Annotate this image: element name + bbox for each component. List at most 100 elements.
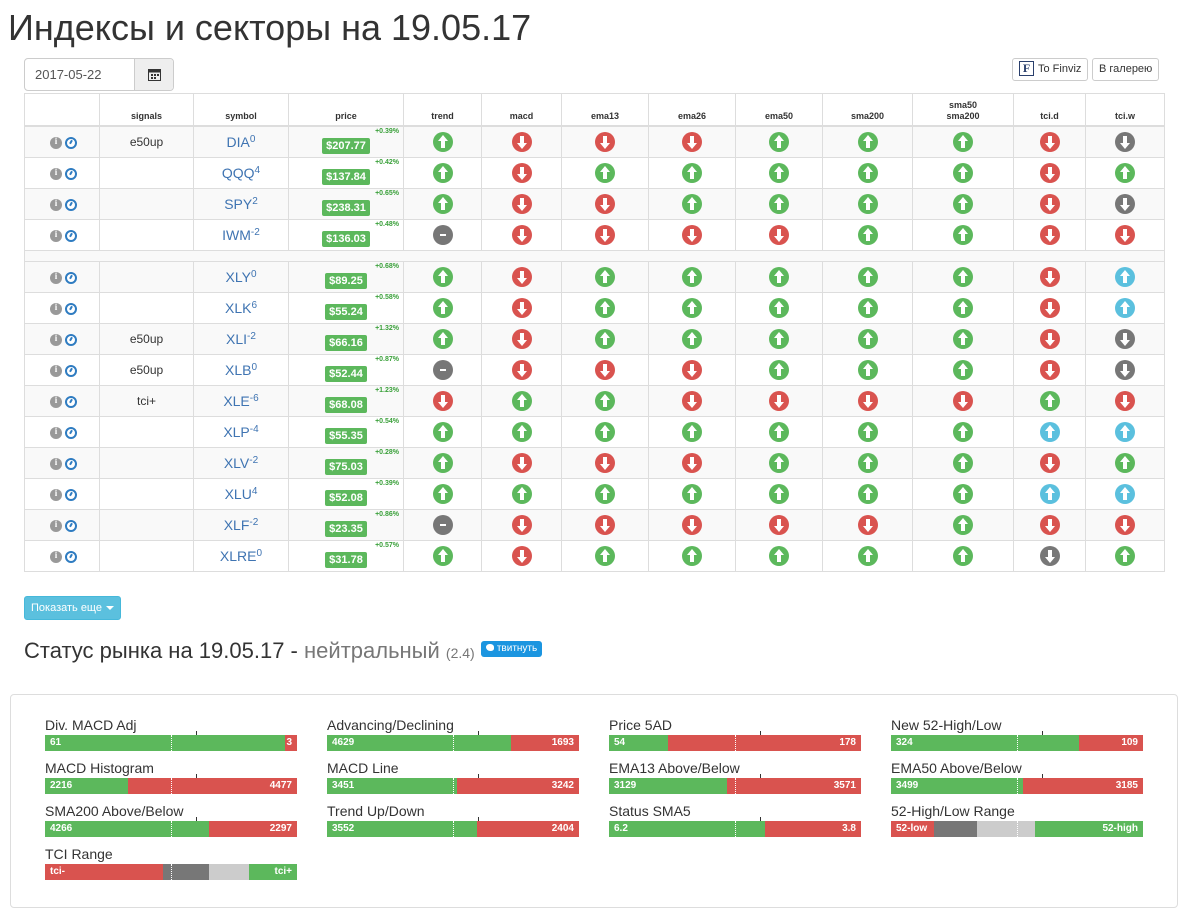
arrow-up-icon (1115, 453, 1135, 473)
arrow-up-icon (1115, 484, 1135, 504)
symbol-link[interactable]: XLP (223, 424, 249, 440)
gallery-button[interactable]: В галерею (1092, 58, 1160, 81)
indicator-cell-sma200 (822, 219, 913, 251)
info-icon[interactable] (50, 167, 62, 180)
market-status-label: Статус рынка на 19.05.17 - (24, 638, 298, 663)
symbol-link[interactable]: XLV (224, 455, 249, 471)
symbol-link[interactable]: XLF (224, 517, 250, 533)
arrow-up-icon (432, 546, 453, 566)
symbol-link[interactable]: SPY (224, 196, 252, 212)
symbol-link[interactable]: IWM (222, 227, 251, 243)
gauge-icon[interactable] (65, 136, 77, 149)
indicator-cell-ema50 (735, 509, 823, 541)
arrow-up-icon (511, 391, 532, 411)
info-icon[interactable] (50, 136, 62, 149)
symbol-link[interactable]: QQQ (222, 165, 255, 181)
arrow-down-icon (595, 515, 615, 535)
symbol-link[interactable]: XLU (225, 486, 252, 502)
arrow-up-icon (857, 422, 878, 442)
info-icon[interactable] (50, 271, 62, 284)
bar-positive (327, 735, 512, 751)
indicator-cell-ema26 (648, 292, 736, 324)
symbol-link[interactable]: DIA (227, 134, 250, 150)
show-more-button[interactable]: Показать еще (24, 596, 121, 620)
info-icon[interactable] (50, 457, 62, 470)
info-icon[interactable] (50, 229, 62, 242)
info-icon[interactable] (50, 395, 62, 408)
metric-bar: 61 3 (45, 731, 297, 751)
info-icon[interactable] (50, 519, 62, 532)
gauge-icon[interactable] (65, 229, 77, 242)
date-input[interactable]: 2017-05-22 (25, 59, 134, 90)
symbol-link[interactable]: XLK (225, 300, 251, 316)
symbol-cell: DIA0 (193, 125, 289, 158)
arrow-up-icon (1039, 391, 1060, 411)
gauge-icon[interactable] (65, 364, 77, 377)
arrow-up-icon (432, 329, 453, 349)
indicator-cell-ema26 (648, 188, 736, 220)
finviz-button[interactable]: F To Finviz (1012, 58, 1089, 81)
gauge-icon[interactable] (65, 395, 77, 408)
date-picker[interactable]: 2017-05-22 (24, 58, 174, 91)
tweet-button[interactable]: твитнуть (480, 641, 543, 658)
breadth-metric: New 52-High/Low 324 109 (891, 717, 1143, 751)
indicator-cell-ema50 (735, 188, 823, 220)
gauge-icon[interactable] (65, 271, 77, 284)
gauge-icon[interactable] (65, 550, 77, 563)
indicator-cell-tci-w (1085, 125, 1165, 158)
caret-down-icon (105, 606, 114, 611)
symbol-link[interactable]: XLB (225, 362, 251, 378)
calendar-button[interactable] (134, 59, 173, 90)
breadth-metric: Price 5AD 54 178 (609, 717, 861, 751)
metric-right-value: 1693 (551, 737, 574, 748)
metric-label: MACD Line (327, 760, 399, 776)
indicator-cell-macd (481, 509, 562, 541)
info-icon[interactable] (50, 550, 62, 563)
metric-bar: 54 178 (609, 731, 861, 751)
arrow-up-icon (769, 453, 789, 473)
indicator-cell-ema50 (735, 447, 823, 479)
info-icon[interactable] (50, 333, 62, 346)
row-actions (24, 157, 100, 189)
symbol-link[interactable]: XLRE (220, 548, 257, 564)
price-cell: +1.23% $68.08 (288, 385, 404, 417)
table-row: XLF-2 +0.86% $23.35 (24, 509, 1165, 541)
tweet-label: твитнуть (496, 643, 538, 655)
price-change: +0.48% (375, 221, 399, 228)
gauge-icon[interactable] (65, 167, 77, 180)
price-change: +1.23% (375, 387, 399, 394)
page-title: Индексы и секторы на 19.05.17 (8, 7, 532, 48)
arrow-down-icon (1039, 453, 1060, 473)
info-icon[interactable] (50, 198, 62, 211)
gauge-icon[interactable] (65, 426, 77, 439)
gauge-icon[interactable] (65, 519, 77, 532)
gauge-icon[interactable] (65, 457, 77, 470)
range-segment (208, 864, 250, 880)
metric-label: Div. MACD Adj (45, 717, 137, 733)
price-cell: +0.42% $137.84 (288, 157, 404, 189)
breadth-metric: TCI Range tci-tci+ (45, 846, 297, 880)
arrow-up-icon (857, 194, 878, 214)
indicator-cell-sma50-sma200 (912, 323, 1014, 355)
symbol-link[interactable]: XLE (223, 393, 249, 409)
breadth-metric: MACD Histogram 2216 4477 (45, 760, 297, 794)
gauge-icon[interactable] (65, 333, 77, 346)
info-icon[interactable] (50, 302, 62, 315)
bar-marker (478, 817, 480, 821)
signal-cell (99, 292, 194, 324)
indicator-cell-ema13 (561, 292, 649, 324)
info-icon[interactable] (50, 364, 62, 377)
info-icon[interactable] (50, 426, 62, 439)
gauge-icon[interactable] (65, 302, 77, 315)
symbol-link[interactable]: XLI (226, 331, 247, 347)
indicator-cell-ema26 (648, 125, 736, 158)
arrow-up-icon (1115, 422, 1135, 442)
indicator-cell-sma200 (822, 157, 913, 189)
bar-marker (1042, 774, 1044, 778)
arrow-up-icon (682, 422, 702, 442)
indicator-cell-ema13 (561, 540, 649, 572)
symbol-link[interactable]: XLY (226, 269, 251, 285)
info-icon[interactable] (50, 488, 62, 501)
gauge-icon[interactable] (65, 198, 77, 211)
gauge-icon[interactable] (65, 488, 77, 501)
